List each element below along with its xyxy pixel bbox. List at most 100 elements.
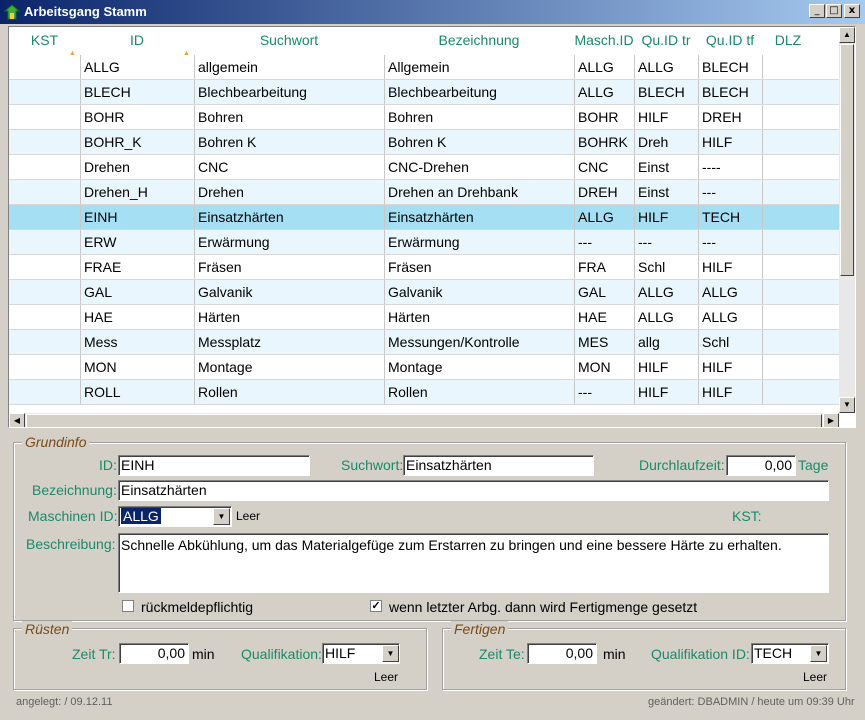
- beschreibung-field[interactable]: Schnelle Abkühlung, um das Materialgefüg…: [118, 533, 829, 593]
- table-cell: ALLG: [698, 305, 762, 329]
- table-row[interactable]: Drehen_H Drehen Drehen an Drehbank DREH Eins…: [9, 180, 839, 205]
- table-cell: HAE: [574, 305, 634, 329]
- maschinen-id-label: Maschinen ID:: [28, 508, 118, 524]
- scroll-right-icon[interactable]: ▶: [823, 413, 839, 427]
- table-row[interactable]: BOHR Bohren Bohren BOHR HILF DREH: [9, 105, 839, 130]
- table-row[interactable]: ROLL Rollen Rollen --- HILF HILF: [9, 380, 839, 405]
- table-cell: Galvanik: [384, 280, 574, 304]
- table-cell: [9, 80, 80, 104]
- zeit-te-field[interactable]: 0,00: [527, 643, 597, 664]
- table-cell: EINH: [80, 205, 194, 229]
- table-cell: HILF: [698, 355, 762, 379]
- beschreibung-label: Beschreibung:: [26, 536, 116, 552]
- column-header[interactable]: Qu.ID tf: [698, 27, 762, 55]
- table-row[interactable]: ALLG allgemein Allgemein ALLG ALLG BLECH: [9, 55, 839, 80]
- zeit-tr-label: Zeit Tr:: [72, 646, 116, 662]
- vertical-scroll-thumb[interactable]: [840, 44, 854, 276]
- table-cell: HILF: [634, 105, 698, 129]
- column-header-label: DLZ: [774, 32, 802, 48]
- table-cell: [762, 180, 814, 204]
- maschinen-id-dropdown-icon[interactable]: ▼: [213, 508, 230, 525]
- table-cell: Einst: [634, 155, 698, 179]
- column-header[interactable]: DLZ: [762, 27, 814, 55]
- table-cell: HILF: [698, 380, 762, 404]
- table-cell: [9, 230, 80, 254]
- table-row[interactable]: BOHR_K Bohren K Bohren K BOHRK Dreh HILF: [9, 130, 839, 155]
- durchlaufzeit-field[interactable]: 0,00: [726, 455, 796, 476]
- column-header[interactable]: Suchwort: [194, 27, 384, 55]
- column-header[interactable]: Masch.ID: [574, 27, 634, 55]
- fertigmenge-label: wenn letzter Arbg. dann wird Fertigmenge…: [389, 599, 698, 615]
- table-cell: Montage: [384, 355, 574, 379]
- table-cell: [762, 330, 814, 354]
- column-header[interactable]: Qu.ID tr: [634, 27, 698, 55]
- table-row-selected[interactable]: EINH Einsatzhärten Einsatzhärten ALLG HILF TE…: [9, 205, 839, 230]
- scroll-left-icon[interactable]: ◀: [9, 413, 25, 427]
- table-cell: Galvanik: [194, 280, 384, 304]
- table-cell: [762, 80, 814, 104]
- table-cell: allg: [634, 330, 698, 354]
- table-cell: [762, 305, 814, 329]
- table-cell: ALLG: [574, 55, 634, 79]
- table-row[interactable]: MON Montage Montage MON HILF HILF: [9, 355, 839, 380]
- suchwort-field[interactable]: Einsatzhärten: [403, 455, 594, 476]
- table-cell: Bohren: [194, 105, 384, 129]
- table-cell: Messplatz: [194, 330, 384, 354]
- table-cell: [9, 155, 80, 179]
- column-header[interactable]: ID ▲: [80, 27, 194, 57]
- table-cell: HILF: [634, 205, 698, 229]
- table-cell: MES: [574, 330, 634, 354]
- table-cell: ---: [634, 230, 698, 254]
- table-row[interactable]: GAL Galvanik Galvanik GAL ALLG ALLG: [9, 280, 839, 305]
- column-header[interactable]: KST ▲: [9, 27, 80, 57]
- scroll-down-icon[interactable]: ▼: [839, 397, 855, 413]
- scroll-up-icon[interactable]: ▲: [839, 27, 855, 43]
- table-cell: HILF: [698, 255, 762, 279]
- table-cell: Härten: [194, 305, 384, 329]
- table-row[interactable]: FRAE Fräsen Fräsen FRA Schl HILF: [9, 255, 839, 280]
- rueckmeldepflichtig-checkbox[interactable]: [122, 600, 134, 612]
- table-cell: CNC: [574, 155, 634, 179]
- maschinen-id-value: ALLG: [121, 508, 161, 524]
- table-row[interactable]: HAE Härten Härten HAE ALLG ALLG: [9, 305, 839, 330]
- fertigen-qualifikation-dropdown-icon[interactable]: ▼: [810, 645, 827, 662]
- table-row[interactable]: Mess Messplatz Messungen/Kontrolle MES allg S…: [9, 330, 839, 355]
- table-cell: allgemein: [194, 55, 384, 79]
- id-label: ID:: [99, 457, 117, 473]
- table-cell: Fräsen: [384, 255, 574, 279]
- table-cell: MON: [80, 355, 194, 379]
- table-cell: [9, 205, 80, 229]
- table-cell: ALLG: [634, 55, 698, 79]
- durchlaufzeit-unit: Tage: [798, 457, 829, 473]
- table-cell: HILF: [634, 355, 698, 379]
- table-cell: BOHR: [80, 105, 194, 129]
- id-field[interactable]: EINH: [118, 455, 310, 476]
- table-row[interactable]: BLECH Blechbearbeitung Blechbearbeitung ALL…: [9, 80, 839, 105]
- table-row[interactable]: ERW Erwärmung Erwärmung --- --- ---: [9, 230, 839, 255]
- column-header[interactable]: Bezeichnung: [384, 27, 574, 55]
- ruesten-qualifikation-label: Qualifikation:: [241, 646, 322, 662]
- table-cell: ALLG: [574, 80, 634, 104]
- table-cell: ROLL: [80, 380, 194, 404]
- ruesten-qualifikation-dropdown-icon[interactable]: ▼: [382, 645, 399, 662]
- table-row[interactable]: Drehen CNC CNC-Drehen CNC Einst ----: [9, 155, 839, 180]
- bezeichnung-field[interactable]: Einsatzhärten: [118, 480, 829, 501]
- vertical-scrollbar[interactable]: ▲ ▼: [839, 27, 855, 413]
- table-cell: CNC-Drehen: [384, 155, 574, 179]
- zeit-tr-field[interactable]: 0,00: [119, 643, 189, 664]
- table-cell: Bohren K: [384, 130, 574, 154]
- horizontal-scrollbar[interactable]: ◀ ▶: [9, 413, 839, 427]
- table-cell: [762, 105, 814, 129]
- close-button[interactable]: x: [844, 4, 860, 18]
- horizontal-scroll-thumb[interactable]: [26, 414, 822, 427]
- table-cell: Einsatzhärten: [194, 205, 384, 229]
- maximize-button[interactable]: □: [826, 4, 842, 18]
- minimize-button[interactable]: _: [809, 4, 825, 18]
- grundinfo-legend: Grundinfo: [22, 434, 90, 450]
- column-header-label: Qu.ID tf: [705, 32, 755, 48]
- fertigmenge-checkbox[interactable]: ✓: [370, 600, 382, 612]
- table-cell: Blechbearbeitung: [384, 80, 574, 104]
- table-cell: Montage: [194, 355, 384, 379]
- operations-grid[interactable]: KST ▲ ID ▲ Suchwort Bezeichnung Masch.ID Qu.ID …: [8, 26, 856, 428]
- table-cell: [762, 55, 814, 79]
